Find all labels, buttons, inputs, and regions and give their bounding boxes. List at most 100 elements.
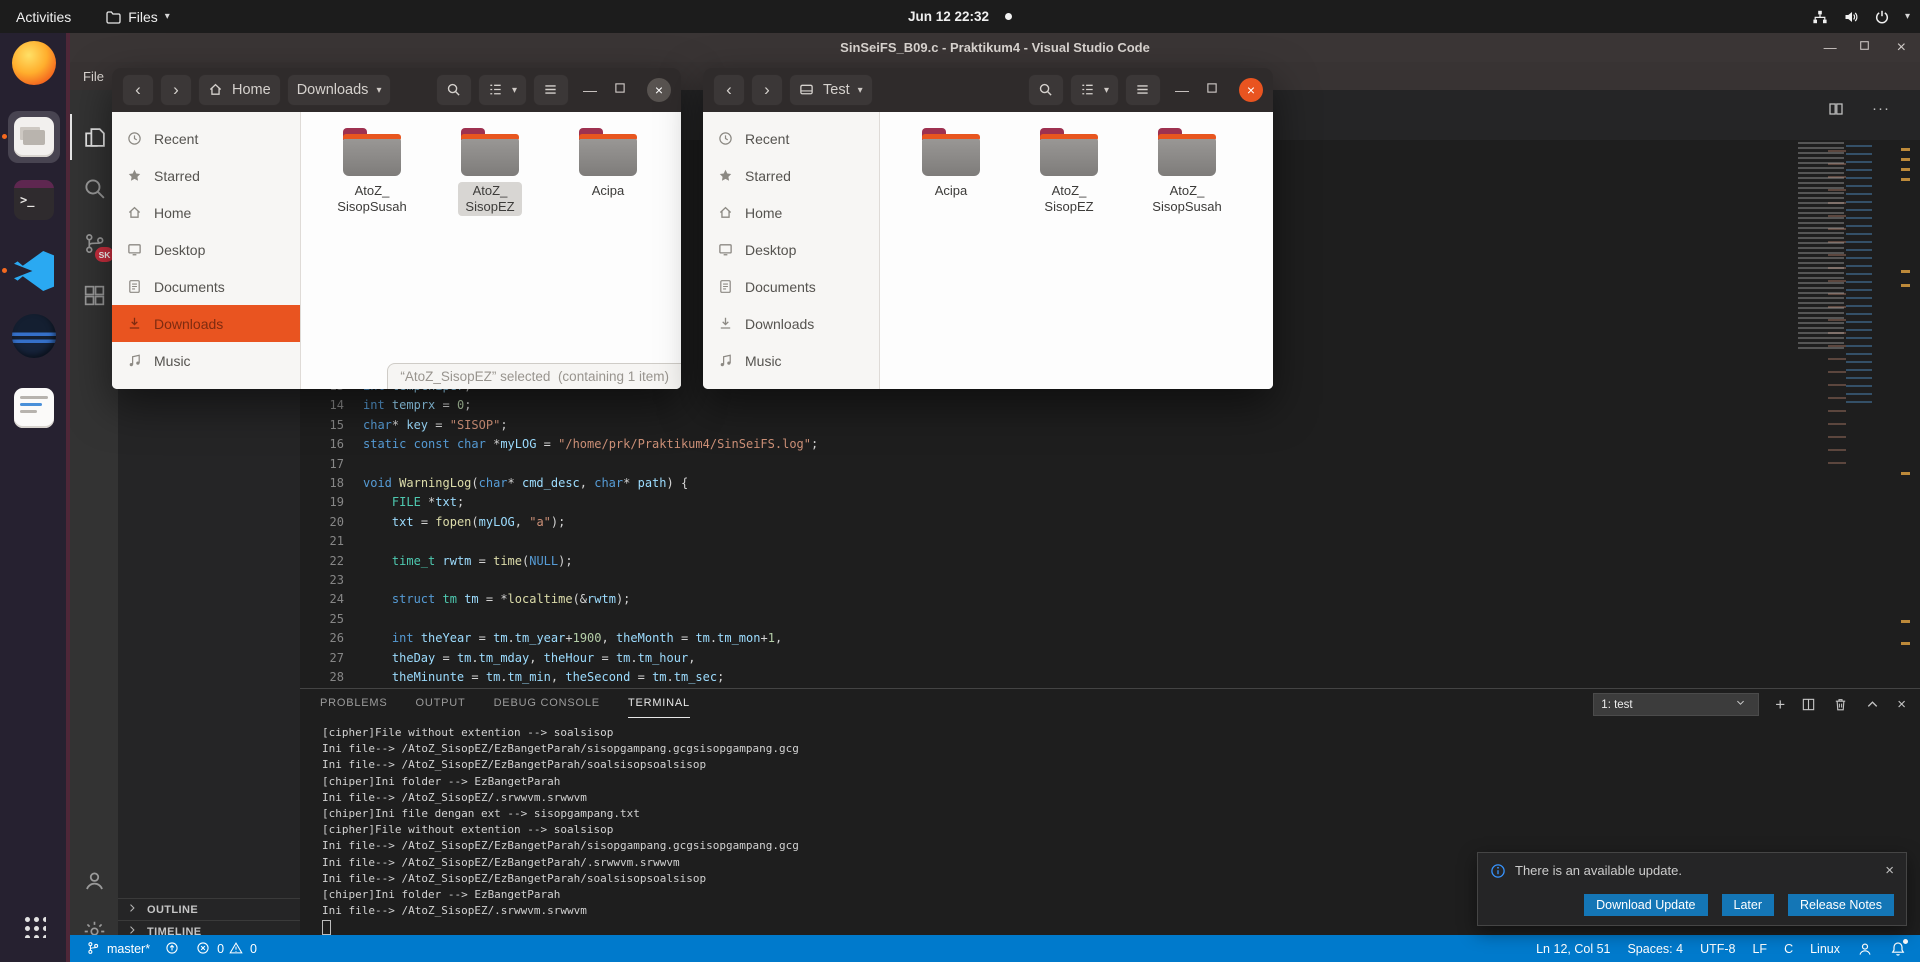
sidebar-item-label: Music xyxy=(745,352,782,369)
feedback-icon[interactable] xyxy=(1857,941,1873,957)
terminal-picker[interactable]: 1: test xyxy=(1593,693,1760,716)
forward-button[interactable]: › xyxy=(160,74,192,106)
sidebar-item-desktop[interactable]: Desktop xyxy=(703,231,879,268)
sidebar-item-downloads[interactable]: Downloads xyxy=(703,305,879,342)
list-view-icon xyxy=(1080,82,1096,98)
maximize-button[interactable] xyxy=(1206,82,1222,98)
activity-account-icon[interactable] xyxy=(70,857,118,903)
close-button[interactable]: × xyxy=(1239,78,1263,102)
sidebar-item-starred[interactable]: Starred xyxy=(112,157,300,194)
sidebar-item-documents[interactable]: Documents xyxy=(703,268,879,305)
later-button[interactable]: Later xyxy=(1721,894,1774,916)
hamburger-menu-button[interactable] xyxy=(1125,74,1161,106)
menu-icon xyxy=(543,82,559,98)
hamburger-menu-button[interactable] xyxy=(533,74,569,106)
activity-source-control-icon[interactable]: SK xyxy=(70,220,118,266)
sidebar-item-desktop[interactable]: Desktop xyxy=(112,231,300,268)
sidebar-item-home[interactable]: Home xyxy=(112,194,300,231)
back-button[interactable]: ‹ xyxy=(122,74,154,106)
folder-item[interactable]: AtoZ_ SisopEZ xyxy=(1022,128,1116,216)
eol-sequence[interactable]: LF xyxy=(1752,942,1767,956)
sidebar-item-starred[interactable]: Starred xyxy=(703,157,879,194)
activity-search-icon[interactable] xyxy=(70,165,118,211)
folder-item[interactable]: Acipa xyxy=(904,128,998,200)
view-toggle-button[interactable]: ▾ xyxy=(1069,74,1119,106)
path-home-button[interactable]: Home xyxy=(198,74,281,106)
panel-tab-output[interactable]: OUTPUT xyxy=(416,689,466,717)
menu-file[interactable]: File xyxy=(83,69,104,84)
maximize-panel-button[interactable] xyxy=(1865,697,1881,713)
outline-section[interactable]: OUTLINE xyxy=(118,898,300,920)
sidebar-item-home[interactable]: Home xyxy=(703,194,879,231)
sidebar-item-music[interactable]: Music xyxy=(703,342,879,379)
system-tray[interactable]: ▾ xyxy=(1812,0,1910,33)
language-mode[interactable]: C xyxy=(1784,942,1793,956)
sidebar-item-recent[interactable]: Recent xyxy=(112,120,300,157)
star-icon xyxy=(127,168,142,183)
sidebar-item-label: Documents xyxy=(154,278,225,295)
sidebar-item-documents[interactable]: Documents xyxy=(112,268,300,305)
split-editor-icon[interactable] xyxy=(1828,101,1844,117)
problems-indicator[interactable]: 0 0 xyxy=(196,941,257,957)
clock[interactable]: Jun 12 22:32 xyxy=(0,0,1920,33)
new-terminal-button[interactable]: + xyxy=(1775,696,1785,713)
minimap[interactable] xyxy=(1792,142,1876,690)
dock-item-eclipse[interactable] xyxy=(8,310,60,362)
code-line: 23 xyxy=(329,573,344,587)
folder-icon xyxy=(1158,128,1216,176)
show-applications-button[interactable] xyxy=(22,914,46,938)
code-line: 16 static const char *myLOG = "/home/prk/… xyxy=(329,437,819,452)
code-line: 15 char* key = "SISOP"; xyxy=(329,417,508,432)
search-button[interactable] xyxy=(435,74,472,106)
panel-tab-terminal[interactable]: TERMINAL xyxy=(627,689,690,718)
dock-item-firefox[interactable] xyxy=(8,37,60,89)
maximize-button[interactable] xyxy=(614,82,630,98)
sync-button[interactable] xyxy=(165,941,181,957)
panel-tab-debug-console[interactable]: DEBUG CONSOLE xyxy=(494,689,600,717)
branch-indicator[interactable]: master* xyxy=(86,941,150,957)
notifications-bell-icon[interactable] xyxy=(1890,938,1908,957)
maximize-button[interactable] xyxy=(1859,40,1875,56)
path-location-button[interactable]: Test ▾ xyxy=(789,74,873,106)
notification-close-icon[interactable]: × xyxy=(1885,862,1894,879)
release-notes-button[interactable]: Release Notes xyxy=(1788,894,1894,916)
terminal-line: [cipher]File without extention --> soals… xyxy=(322,823,614,837)
minimize-button[interactable]: — xyxy=(1824,40,1837,55)
folder-item[interactable]: AtoZ_ SisopSusah xyxy=(325,128,419,216)
more-actions-icon[interactable]: ··· xyxy=(1872,100,1890,117)
split-terminal-button[interactable] xyxy=(1801,697,1817,713)
search-button[interactable] xyxy=(1027,74,1064,106)
sidebar-item-recent[interactable]: Recent xyxy=(703,120,879,157)
branch-label: master* xyxy=(107,941,151,956)
close-button[interactable]: × xyxy=(647,78,671,102)
sidebar-item-downloads[interactable]: Downloads xyxy=(112,305,300,342)
dock-item-files[interactable] xyxy=(2,111,60,163)
overview-ruler[interactable] xyxy=(1896,142,1920,688)
activity-explorer-icon[interactable] xyxy=(70,114,118,160)
vscode-title-bar[interactable]: SinSeiFS_B09.c - Praktikum4 - Visual Stu… xyxy=(70,33,1920,62)
indentation[interactable]: Spaces: 4 xyxy=(1627,942,1683,956)
encoding[interactable]: UTF-8 xyxy=(1700,942,1735,956)
panel-tab-problems[interactable]: PROBLEMS xyxy=(320,689,388,717)
kill-terminal-button[interactable] xyxy=(1833,697,1849,713)
path-location-button[interactable]: Downloads ▾ xyxy=(286,74,392,106)
dock-item-text-editor[interactable] xyxy=(8,382,60,434)
folder-item[interactable]: AtoZ_ SisopSusah xyxy=(1140,128,1234,216)
close-panel-button[interactable]: × xyxy=(1897,696,1906,713)
cursor-position[interactable]: Ln 12, Col 51 xyxy=(1536,942,1610,956)
wallpaper-strip xyxy=(66,33,70,962)
back-button[interactable]: ‹ xyxy=(713,74,745,106)
dock-item-vscode[interactable] xyxy=(2,245,60,297)
minimize-button[interactable]: — xyxy=(1175,82,1189,98)
view-toggle-button[interactable]: ▾ xyxy=(477,74,527,106)
download-update-button[interactable]: Download Update xyxy=(1584,894,1708,916)
folder-item[interactable]: AtoZ_ SisopEZ xyxy=(443,128,537,216)
forward-button[interactable]: › xyxy=(751,74,783,106)
minimize-button[interactable]: — xyxy=(583,82,597,98)
activity-extensions-icon[interactable] xyxy=(70,272,118,318)
sidebar-item-music[interactable]: Music xyxy=(112,342,300,379)
dock-item-terminal[interactable]: >_ xyxy=(8,174,60,226)
remote-os[interactable]: Linux xyxy=(1810,942,1840,956)
close-button[interactable]: × xyxy=(1897,39,1906,57)
folder-item[interactable]: Acipa xyxy=(561,128,655,200)
